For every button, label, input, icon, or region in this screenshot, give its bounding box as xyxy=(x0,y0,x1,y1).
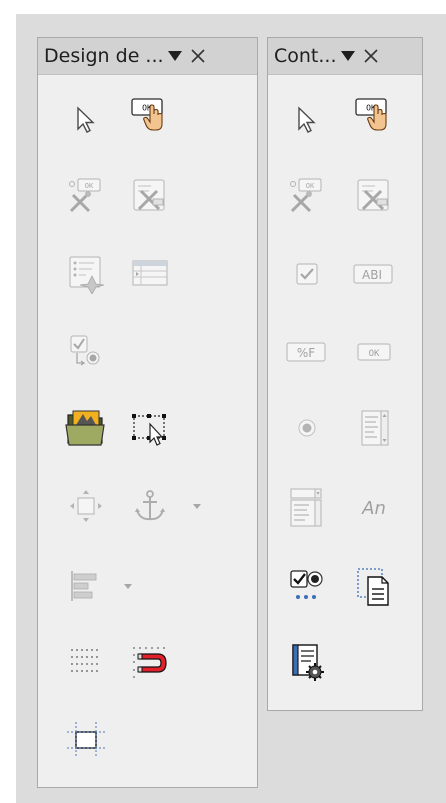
folder-form-icon xyxy=(65,410,105,446)
document-settings-icon xyxy=(292,644,324,681)
snap-to-grid-button[interactable] xyxy=(128,640,172,684)
group-box-document-icon xyxy=(357,568,389,606)
list-box-button[interactable] xyxy=(352,406,396,450)
checkbox-icon xyxy=(296,263,318,285)
form-design-titlebar[interactable]: Design de ... xyxy=(38,38,257,75)
helplines-while-moving-button[interactable] xyxy=(64,718,108,762)
group-box-button[interactable] xyxy=(352,564,396,608)
label-icon: An xyxy=(361,498,386,519)
text-field-icon: ABI xyxy=(353,264,393,284)
push-button-control[interactable]: OK xyxy=(352,94,396,138)
selection-cursor-icon xyxy=(132,414,166,446)
align-dropdown-chevron-icon[interactable] xyxy=(122,580,134,592)
combo-box-icon xyxy=(290,488,322,527)
anchor-icon xyxy=(135,490,165,521)
push-button-control[interactable]: OK xyxy=(128,94,172,138)
open-in-design-mode-button[interactable] xyxy=(64,406,108,450)
activation-order-button[interactable] xyxy=(64,330,108,374)
anchor-button[interactable] xyxy=(128,484,172,528)
form-design-mode-button[interactable]: OK xyxy=(285,174,329,218)
select-pointer-button[interactable] xyxy=(64,98,108,142)
pf-text: %F xyxy=(297,346,315,360)
text-box-button[interactable]: ABI xyxy=(352,252,396,296)
check-radio-order-icon xyxy=(70,335,100,366)
form-design-mode-button[interactable]: OK xyxy=(64,174,108,218)
push-button-icon: OK xyxy=(355,98,387,131)
button-control[interactable]: OK xyxy=(352,330,396,374)
check-box-button[interactable] xyxy=(285,252,329,296)
align-left-icon xyxy=(71,571,97,601)
control-properties-button[interactable] xyxy=(128,174,172,218)
formatted-field-button[interactable]: %F xyxy=(285,330,329,374)
toolbar-menu-icon[interactable] xyxy=(167,51,182,61)
option-button[interactable] xyxy=(285,406,329,450)
form-tools-icon xyxy=(357,179,389,211)
ab-text: ABI xyxy=(362,268,382,282)
position-and-size-button[interactable] xyxy=(64,484,108,528)
toolbar-title: Cont... xyxy=(274,45,337,67)
radio-button-icon xyxy=(298,419,316,437)
combo-box-button[interactable] xyxy=(285,486,329,530)
more-controls-button[interactable] xyxy=(285,564,329,608)
select-pointer-button[interactable] xyxy=(285,98,329,142)
ok-text: OK xyxy=(306,182,315,190)
guide-lines-icon xyxy=(67,722,105,758)
label-field-button[interactable]: An xyxy=(352,486,396,530)
tools-ok-icon: OK xyxy=(290,178,322,213)
form-navigator-button[interactable] xyxy=(285,640,329,684)
push-button-icon: OK xyxy=(131,98,163,131)
form-controls-titlebar[interactable]: Cont... xyxy=(268,38,422,75)
an-text: An xyxy=(361,498,386,519)
close-icon[interactable] xyxy=(188,46,208,66)
tab-order-button[interactable] xyxy=(128,252,172,296)
align-objects-button[interactable] xyxy=(64,564,108,608)
display-grid-button[interactable] xyxy=(64,640,108,684)
form-controls-toolbar: Cont... OK OK ABI %F OK An xyxy=(267,37,423,711)
toolbar-title: Design de ... xyxy=(44,45,164,67)
toolbar-menu-icon[interactable] xyxy=(340,51,355,61)
form-properties-button[interactable] xyxy=(64,252,108,296)
tools-ok-icon: OK xyxy=(69,178,101,213)
form-design-toolbar: Design de ... OK OK xyxy=(37,37,258,788)
anchor-dropdown-chevron-icon[interactable] xyxy=(191,500,203,512)
control-properties-button[interactable] xyxy=(352,174,396,218)
pointer-arrow-icon xyxy=(298,106,316,133)
list-box-icon xyxy=(361,410,389,446)
grid-dots-icon xyxy=(71,649,98,672)
more-controls-icon xyxy=(290,570,323,599)
pointer-arrow-icon xyxy=(77,106,95,133)
position-size-icon xyxy=(70,490,102,522)
form-settings-icon xyxy=(69,256,105,294)
button-ok-icon: OK xyxy=(357,343,391,361)
formatted-field-icon: %F xyxy=(286,342,326,362)
automatic-control-focus-button[interactable] xyxy=(128,406,172,450)
form-tools-icon xyxy=(133,179,165,211)
ok-text: OK xyxy=(85,182,94,190)
magnet-icon xyxy=(133,647,167,678)
tab-order-icon xyxy=(132,260,168,286)
ok-text: OK xyxy=(369,349,380,359)
close-icon[interactable] xyxy=(361,46,381,66)
